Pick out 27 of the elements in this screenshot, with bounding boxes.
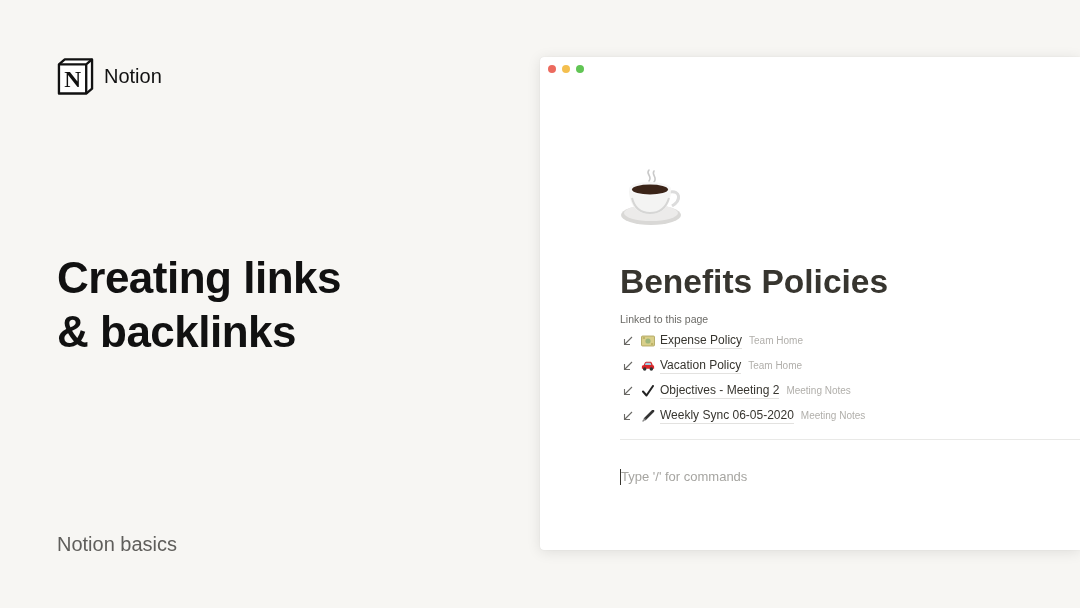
headline: Creating links & backlinks — [57, 252, 342, 358]
banknote-icon — [641, 334, 655, 347]
brand-name: Notion — [104, 64, 162, 88]
zoom-dot-icon[interactable] — [576, 65, 584, 73]
text-caret-icon — [620, 469, 621, 485]
block-input-field[interactable]: Type '/' for commands — [621, 468, 821, 486]
backlinks-heading: Linked to this page — [620, 312, 709, 327]
page-location: Meeting Notes — [800, 408, 866, 423]
page-location: Team Home — [748, 358, 803, 373]
down-left-arrow-icon — [623, 410, 633, 421]
minimize-dot-icon[interactable] — [562, 65, 570, 73]
down-left-arrow-icon — [623, 335, 633, 346]
down-left-arrow-icon — [623, 385, 633, 396]
cube-logo-icon: N — [57, 57, 94, 95]
page-location: Meeting Notes — [786, 383, 851, 398]
page-link[interactable]: Expense Policy — [660, 332, 743, 349]
down-left-arrow-icon — [623, 360, 633, 371]
page-title: Benefits Policies — [620, 262, 889, 302]
page-link[interactable]: Weekly Sync 06-05-2020 — [660, 407, 794, 424]
page-link[interactable]: Objectives - Meeting 2 — [660, 382, 780, 399]
page-link[interactable]: Vacation Policy — [660, 357, 742, 374]
page-location: Team Home — [749, 333, 803, 348]
pen-icon — [641, 409, 655, 422]
checkmark-icon — [641, 384, 655, 397]
series-label: Notion basics — [57, 532, 178, 556]
close-dot-icon[interactable] — [548, 65, 556, 73]
car-icon — [641, 359, 655, 372]
